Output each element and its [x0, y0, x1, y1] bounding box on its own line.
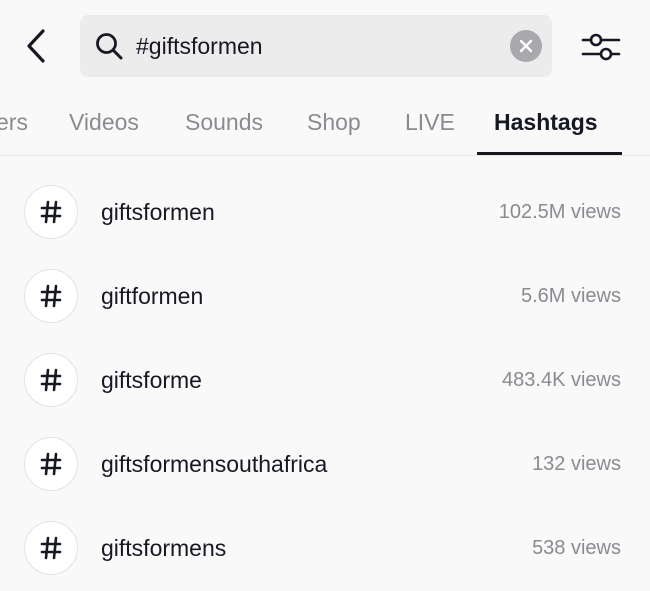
hashtag-views: 483.4K views [502, 369, 621, 391]
tab-live[interactable]: LIVE [405, 108, 455, 136]
hashtag-name: giftformen [101, 283, 204, 309]
hashtag-name: giftsformensouthafrica [101, 451, 328, 477]
list-item[interactable]: giftsformen 102.5M views [0, 171, 650, 255]
hashtag-views: 132 views [532, 453, 621, 475]
hashtag-views: 538 views [532, 537, 621, 559]
back-button[interactable] [14, 24, 58, 68]
hashtag-icon [24, 521, 78, 575]
hashtag-icon [24, 353, 78, 407]
hashtag-views: 5.6M views [520, 285, 621, 307]
search-icon [96, 33, 123, 60]
tab-hashtags[interactable]: Hashtags [494, 108, 598, 136]
hashtag-name: giftsformen [101, 199, 215, 225]
sliders-icon [581, 33, 621, 61]
list-item[interactable]: giftformen 5.6M views [0, 255, 650, 339]
hashtag-name: giftsformens [101, 535, 227, 561]
list-item[interactable]: giftsformensouthafrica 132 views [0, 423, 650, 507]
active-tab-indicator [477, 152, 622, 155]
close-icon [519, 39, 533, 53]
chevron-left-icon [27, 29, 45, 63]
search-bar[interactable] [80, 15, 552, 77]
top-bar [0, 0, 650, 92]
search-input[interactable] [136, 15, 496, 77]
tab-sounds[interactable]: Sounds [185, 108, 263, 136]
search-tabs: ers Videos Sounds Shop LIVE Hashtags [0, 92, 650, 156]
tab-videos[interactable]: Videos [69, 108, 139, 136]
clear-search-button[interactable] [510, 30, 542, 62]
hashtag-icon [24, 437, 78, 491]
hashtag-name: giftsforme [101, 367, 202, 393]
hashtag-icon [24, 269, 78, 323]
hashtag-icon [24, 185, 78, 239]
list-item[interactable]: giftsformens 538 views [0, 507, 650, 591]
tab-users[interactable]: ers [0, 108, 28, 136]
hashtag-views: 102.5M views [498, 201, 621, 223]
list-item[interactable]: giftsforme 483.4K views [0, 339, 650, 423]
tab-shop[interactable]: Shop [307, 108, 361, 136]
filter-button[interactable] [578, 24, 624, 70]
